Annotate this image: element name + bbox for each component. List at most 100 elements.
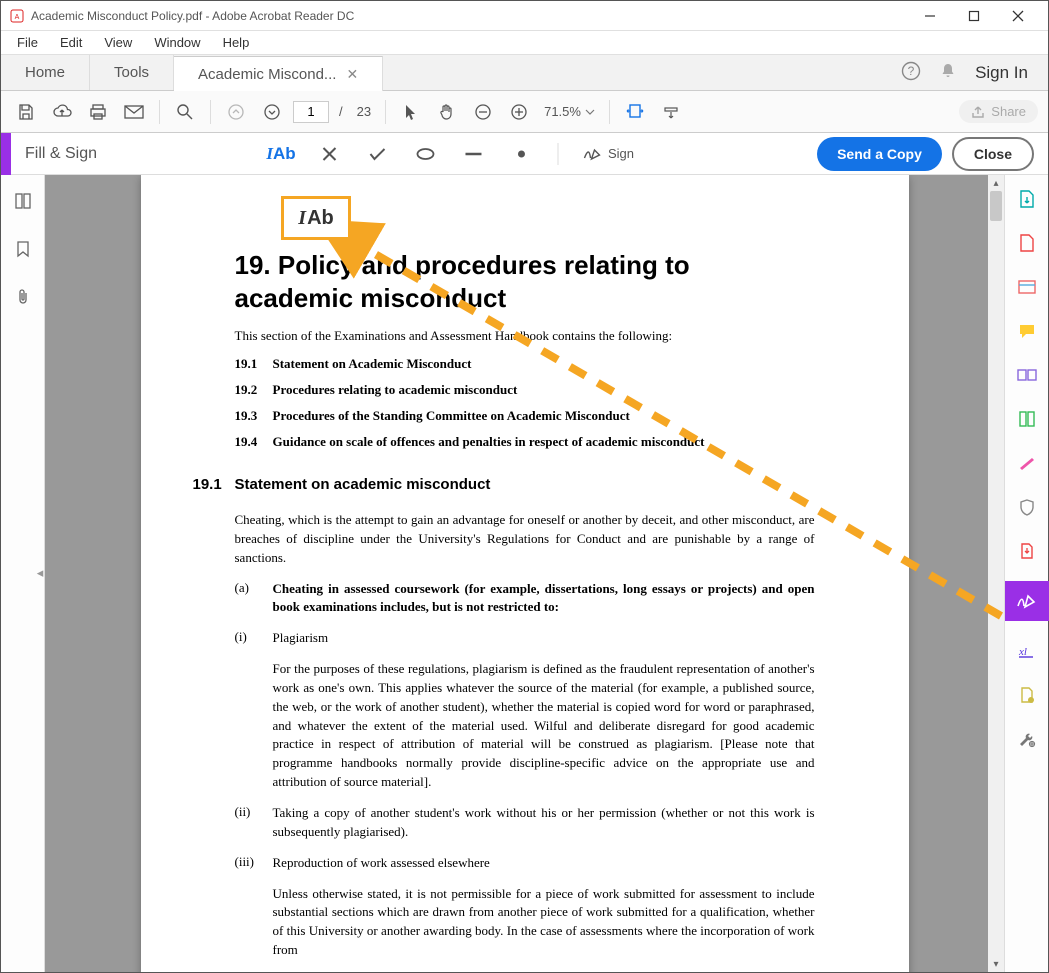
tab-document[interactable]: Academic Miscond... ✕ [174,56,383,91]
thumbnails-icon[interactable] [9,187,37,215]
tabbar: Home Tools Academic Miscond... ✕ ? Sign … [1,55,1048,91]
save-icon[interactable] [11,97,41,127]
left-rail: ◂ [1,175,45,972]
doc-heading: 19. Policy and procedures relating to ac… [235,249,815,314]
send-for-sign-icon[interactable] [1013,681,1041,709]
close-tab-icon[interactable]: ✕ [346,66,358,83]
add-text-highlight: Ab [281,196,351,240]
select-tool-icon[interactable] [396,97,426,127]
list-item: (ii)Taking a copy of another student's w… [235,804,815,842]
chevron-down-icon [585,109,595,115]
toolbar: / 23 71.5% Share [1,91,1048,133]
share-button[interactable]: Share [959,100,1038,123]
menu-edit[interactable]: Edit [50,33,92,52]
combine-icon[interactable] [1013,361,1041,389]
svg-text:xl: xl [1018,646,1027,658]
fillsign-rail-icon[interactable] [1005,581,1049,621]
protect-icon[interactable] [1013,493,1041,521]
fillsign-accent [1,133,11,175]
section-heading: 19.1Statement on academic misconduct [193,476,815,493]
list-item: Unless otherwise stated, it is not permi… [235,885,815,960]
print-icon[interactable] [83,97,113,127]
maximize-button[interactable] [952,1,996,31]
fillsign-label: Fill & Sign [25,145,97,163]
list-item: (iii)Reproduction of work assessed elsew… [235,854,815,873]
pdf-page: 19. Policy and procedures relating to ac… [141,175,909,972]
hand-tool-icon[interactable] [432,97,462,127]
dot-tool-icon[interactable] [509,142,533,166]
add-text-tool-icon[interactable]: IAb [269,142,293,166]
scroll-mode-icon[interactable] [656,97,686,127]
edit-pdf-icon[interactable] [1013,273,1041,301]
main-area: ◂ 19. Policy and procedures relating to … [1,175,1048,972]
document-area[interactable]: 19. Policy and procedures relating to ac… [45,175,1004,972]
minimize-button[interactable] [908,1,952,31]
signature-icon [582,146,602,162]
settings-icon[interactable] [1013,725,1041,753]
fillsign-bar: Fill & Sign IAb Sign Send a Copy Close [1,133,1048,175]
line-tool-icon[interactable] [461,142,485,166]
menu-file[interactable]: File [7,33,48,52]
svg-text:A: A [15,14,20,21]
toc-row: 19.4Guidance on scale of offences and pe… [235,434,815,450]
list-item: For the purposes of these regulations, p… [235,660,815,792]
add-text-icon: Ab [298,207,333,230]
mail-icon[interactable] [119,97,149,127]
attachment-icon[interactable] [9,283,37,311]
scroll-up-icon[interactable]: ▴ [988,175,1004,191]
more-tools-icon[interactable]: xl [1013,637,1041,665]
x-mark-tool-icon[interactable] [317,142,341,166]
bell-icon[interactable] [939,62,957,83]
export-pdf-icon[interactable] [1013,185,1041,213]
titlebar: A Academic Misconduct Policy.pdf - Adobe… [1,1,1048,31]
tab-home[interactable]: Home [1,55,90,90]
signin-link[interactable]: Sign In [975,63,1028,83]
search-icon[interactable] [170,97,200,127]
page-separator: / [339,104,343,119]
close-window-button[interactable] [996,1,1040,31]
body-paragraph: Cheating, which is the attempt to gain a… [235,511,815,568]
tab-tools[interactable]: Tools [90,55,174,90]
bookmark-icon[interactable] [9,235,37,263]
organize-icon[interactable] [1013,405,1041,433]
page-total: 23 [357,104,371,119]
toc-row: 19.1Statement on Academic Misconduct [235,356,815,372]
send-copy-button[interactable]: Send a Copy [817,137,942,171]
scroll-down-icon[interactable]: ▾ [988,956,1004,972]
sign-tool[interactable]: Sign [582,146,634,162]
zoom-out-icon[interactable] [468,97,498,127]
menu-view[interactable]: View [94,33,142,52]
zoom-select[interactable]: 71.5% [540,102,599,121]
window-title: Academic Misconduct Policy.pdf - Adobe A… [31,9,908,23]
list-item: (i)Plagiarism [235,629,815,648]
menubar: File Edit View Window Help [1,31,1048,55]
page-input[interactable] [293,101,329,123]
comment-icon[interactable] [1013,317,1041,345]
page-down-icon[interactable] [257,97,287,127]
vertical-scrollbar[interactable]: ▴ ▾ [988,175,1004,972]
list-item: (a)Cheating in assessed coursework (for … [235,580,815,618]
scroll-thumb[interactable] [990,191,1002,221]
window-controls [908,1,1040,31]
compress-icon[interactable] [1013,537,1041,565]
page-up-icon[interactable] [221,97,251,127]
menu-help[interactable]: Help [213,33,260,52]
collapse-handle-icon[interactable]: ◂ [35,555,45,591]
circle-tool-icon[interactable] [413,142,437,166]
toc-row: 19.3Procedures of the Standing Committee… [235,408,815,424]
close-button[interactable]: Close [952,137,1034,171]
redact-icon[interactable] [1013,449,1041,477]
toc-row: 19.2Procedures relating to academic misc… [235,382,815,398]
create-pdf-icon[interactable] [1013,229,1041,257]
menu-window[interactable]: Window [144,33,210,52]
doc-intro: This section of the Examinations and Ass… [235,328,815,344]
help-icon[interactable]: ? [901,61,921,84]
cloud-icon[interactable] [47,97,77,127]
zoom-in-icon[interactable] [504,97,534,127]
share-icon [971,105,985,119]
fit-width-icon[interactable] [620,97,650,127]
svg-text:?: ? [908,64,915,78]
checkmark-tool-icon[interactable] [365,142,389,166]
right-rail: xl [1004,175,1048,972]
pdf-icon: A [9,8,25,24]
